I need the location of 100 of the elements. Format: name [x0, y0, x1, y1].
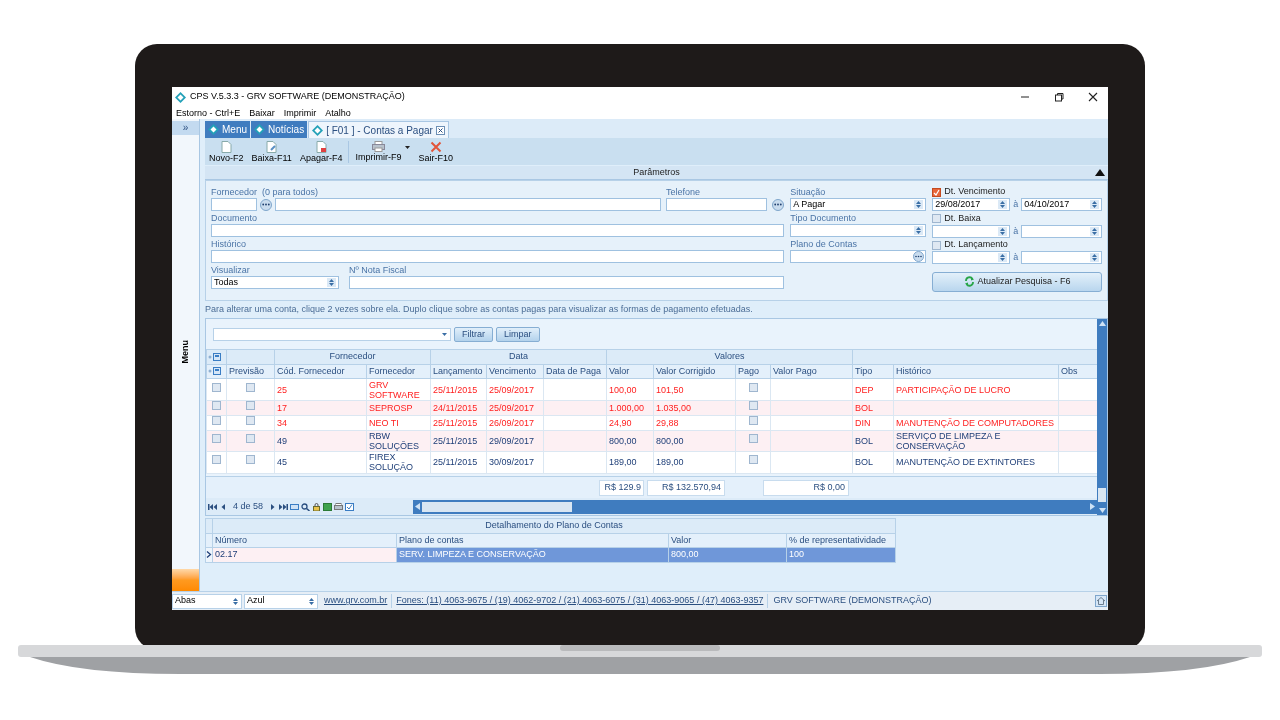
dropdown-field[interactable]: Todas [211, 276, 339, 289]
column-header[interactable]: Plano de contas [396, 533, 669, 548]
previous-page-icon[interactable] [219, 502, 228, 511]
table-icon[interactable] [290, 502, 300, 511]
input-field[interactable] [275, 198, 661, 211]
column-header[interactable]: Pago [735, 364, 771, 379]
column-header[interactable]: Previsão [226, 364, 275, 379]
close-tab-icon[interactable] [435, 125, 445, 135]
input-field[interactable] [349, 276, 785, 289]
checkbox[interactable] [246, 433, 255, 443]
dropdown-field[interactable] [790, 250, 927, 263]
input-field[interactable] [211, 198, 257, 211]
table-row[interactable]: 02.17 SERV. LIMPEZA E CONSERVAÇÃO 800,00 100 [205, 547, 896, 562]
printer-icon[interactable] [334, 502, 344, 511]
toolbar-button[interactable]: Novo-F2 [207, 140, 246, 163]
lock-icon[interactable] [312, 502, 322, 511]
website-link[interactable]: www.grv.com.br [324, 594, 393, 608]
checkbox[interactable] [748, 433, 758, 443]
dropdown-field[interactable]: Azul [244, 593, 318, 609]
checkbox[interactable] [212, 415, 221, 425]
sidebar-toggle[interactable]: » [172, 121, 199, 135]
input-field[interactable] [666, 198, 768, 211]
date-field[interactable] [1021, 251, 1102, 265]
restore-icon[interactable] [1054, 92, 1064, 102]
spreadsheet-icon[interactable] [323, 502, 333, 511]
scroll-thumb[interactable] [1098, 488, 1106, 502]
menu-item[interactable]: Baixar [249, 107, 275, 119]
checkbox[interactable] [246, 382, 255, 392]
tab[interactable]: Menu [205, 121, 250, 138]
checkbox[interactable] [246, 415, 255, 425]
browse-button[interactable] [260, 198, 272, 211]
input-field[interactable] [211, 224, 785, 237]
toolbar-button[interactable]: Imprimir-F9 [353, 141, 413, 162]
column-header[interactable]: Data de Paga [543, 364, 607, 379]
browse-button[interactable] [772, 198, 785, 211]
phones-link[interactable]: Fones: (11) 4063-9675 / (19) 4062-9702 / (21) 4063-6075 / (31) 4063-9065 / (47) 4063-9357 [396, 594, 769, 608]
column-header[interactable]: Valor [668, 533, 787, 548]
scroll-up-icon[interactable] [1098, 321, 1106, 326]
column-header[interactable]: Fornecedor [366, 364, 431, 379]
vertical-scrollbar[interactable] [1097, 319, 1107, 515]
table-row[interactable]: 25 GRV SOFTWARE 25/11/2015 25/09/2017 100,00 101,50 DEP PARTICIPAÇÃO DE LUCRO [206, 378, 1097, 401]
column-header[interactable]: Valor [606, 364, 654, 379]
scroll-right-icon[interactable] [1090, 503, 1095, 510]
column-header[interactable]: Número [212, 533, 397, 548]
date-field[interactable]: 29/08/2017 [932, 198, 1011, 212]
toolbar-button[interactable]: Sair-F10 [416, 140, 455, 163]
column-header[interactable]: Vencimento [486, 364, 544, 379]
date-field[interactable] [932, 224, 1011, 238]
home-icon[interactable] [1095, 595, 1107, 607]
column-header[interactable]: Valor Pago [770, 364, 853, 379]
collapse-icon[interactable] [1095, 169, 1105, 176]
checkbox[interactable] [212, 382, 221, 392]
tab[interactable]: [ F01 ] - Contas a Pagar [308, 121, 449, 138]
checkbox[interactable] [932, 187, 942, 197]
checkbox[interactable] [748, 455, 758, 465]
search-icon[interactable] [301, 502, 311, 511]
menu-item[interactable]: Imprimir [283, 107, 317, 119]
checkbox[interactable] [932, 214, 942, 223]
checkmark-icon[interactable] [345, 502, 355, 511]
checkbox[interactable] [748, 382, 758, 392]
toolbar-button[interactable]: Apagar-F4 [297, 140, 345, 163]
dropdown-field[interactable]: Abas [172, 593, 242, 609]
date-field[interactable] [932, 251, 1011, 265]
column-header[interactable]: Valor Corrigido [653, 364, 736, 379]
toolbar-button[interactable]: Baixa-F11 [249, 140, 294, 163]
column-header[interactable]: Cód. Fornecedor [274, 364, 367, 379]
filter-button[interactable]: Limpar [496, 326, 540, 342]
dropdown-field[interactable] [790, 224, 927, 237]
checkbox[interactable] [212, 433, 221, 443]
filter-button[interactable]: Filtrar [454, 326, 493, 342]
date-field[interactable] [1021, 224, 1102, 238]
grid-options-icon[interactable] [208, 367, 222, 376]
column-header[interactable]: % de representatividade [786, 533, 896, 548]
tab[interactable]: Notícias [251, 121, 308, 138]
checkbox[interactable] [932, 240, 942, 250]
checkbox[interactable] [748, 401, 758, 410]
menu-item[interactable]: Atalho [325, 107, 351, 119]
checkbox[interactable] [246, 455, 255, 465]
table-row[interactable]: 45 FIREX SOLUÇÃO 25/11/2015 30/09/2017 189,00 189,00 BOL MANUTENÇÃO DE EXTINTORES [206, 451, 1097, 473]
filter-field[interactable] [213, 327, 451, 341]
first-page-icon[interactable] [208, 502, 217, 511]
input-field[interactable] [211, 250, 785, 263]
refresh-button[interactable]: Atualizar Pesquisa - F6 [932, 271, 1102, 292]
grid-options-icon[interactable] [208, 352, 222, 361]
checkbox[interactable] [212, 401, 221, 410]
dropdown-icon[interactable] [405, 146, 411, 149]
date-field[interactable]: 04/10/2017 [1021, 198, 1102, 212]
column-header[interactable]: Lançamento [430, 364, 487, 379]
horizontal-scrollbar[interactable] [413, 499, 1097, 514]
checkbox[interactable] [748, 415, 758, 425]
checkbox[interactable] [246, 401, 255, 410]
column-header[interactable]: Tipo [852, 364, 894, 379]
checkbox[interactable] [212, 455, 221, 465]
last-page-icon[interactable] [279, 502, 289, 511]
dropdown-field[interactable]: A Pagar [790, 198, 927, 211]
table-row[interactable]: 49 RBW SOLUÇÕES 25/11/2015 29/09/2017 800,00 800,00 BOL SERVIÇO DE LIMPEZA E CONSERVAÇÃO [206, 430, 1097, 451]
scroll-down-icon[interactable] [1098, 508, 1106, 513]
sidebar-label[interactable]: Menu [178, 340, 193, 364]
close-icon[interactable] [1088, 92, 1098, 102]
menu-item[interactable]: Estorno - Ctrl+E [176, 107, 241, 119]
